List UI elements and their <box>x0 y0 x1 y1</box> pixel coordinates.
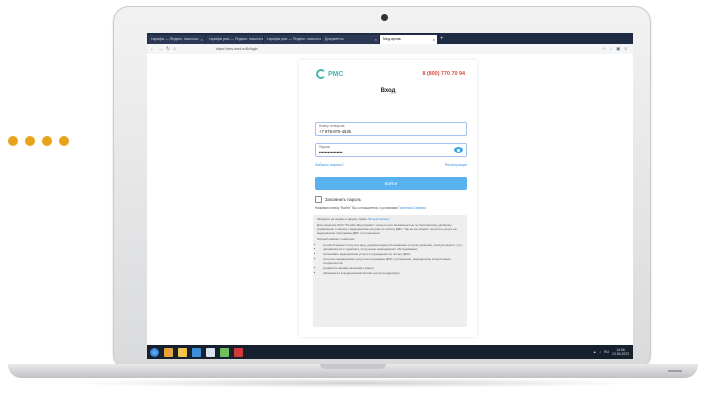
clock[interactable]: 14:56 13.06.2023 <box>612 348 629 356</box>
close-icon[interactable]: × <box>433 35 435 44</box>
info-heading: Заходите на сервис в форму прямо Личный … <box>317 217 391 221</box>
clock-date: 13.06.2023 <box>612 352 629 356</box>
remember-checkbox[interactable] <box>315 196 322 203</box>
browser-tab-active[interactable]: Мед.архив × <box>380 35 437 44</box>
forgot-password-link[interactable]: Забыли пароль? <box>315 163 344 167</box>
download-icon[interactable]: ↓ <box>610 46 612 52</box>
tab-label: тарифы — Яндекс: нашлось <box>151 37 199 41</box>
hotline-phone[interactable]: 8 (800) 770 70 94 <box>422 71 465 77</box>
browser-tab[interactable]: тарифы рмс — Яндекс: нашлось× <box>206 35 263 44</box>
media-icon[interactable] <box>234 347 243 357</box>
browser-tab[interactable]: тарифы — Яндекс: нашлось × <box>148 35 205 44</box>
login-card: РМС 8 (800) 770 70 94 Вход Номер телефон… <box>299 60 477 337</box>
phone-field-label: Номер телефона <box>319 124 345 128</box>
laptop-led <box>668 370 682 372</box>
browser-tab[interactable]: тарифы рмс — Яндекс: нашлось× <box>264 35 321 44</box>
back-icon[interactable]: ← <box>150 46 155 52</box>
document-icon[interactable] <box>206 347 215 357</box>
web-page: РМС 8 (800) 770 70 94 Вход Номер телефон… <box>147 54 633 359</box>
dot <box>8 136 18 146</box>
close-icon[interactable]: × <box>201 35 203 44</box>
new-tab-button[interactable]: + <box>440 35 444 44</box>
page-title: Вход <box>380 88 396 94</box>
url-field[interactable]: https://rms-med.ru/lk/login <box>216 47 257 51</box>
info-list-title: Личный кабинет позволяет: <box>317 236 356 241</box>
password-field[interactable]: Пароль •••••••••••••••• <box>315 143 467 157</box>
webcam-icon <box>381 14 388 21</box>
remember-label: Запомнить пароль <box>325 197 362 202</box>
menu-icon[interactable]: ≡ <box>624 46 627 52</box>
tab-label: Документы <box>325 37 344 41</box>
consent-text-body: Нажимая кнопку "Войти" Вы соглашаетесь с… <box>315 206 398 210</box>
dot <box>25 136 35 146</box>
eye-icon[interactable] <box>454 147 463 153</box>
os-taskbar: ▲ ♪ RU 14:56 13.06.2023 <box>147 345 633 359</box>
decorative-dots <box>8 136 69 146</box>
info-box: Заходите на сервис в форму прямо Личный … <box>313 215 467 327</box>
start-button[interactable] <box>150 347 159 357</box>
laptop-screen: тарифы — Яндекс: нашлось × тарифы рмс — Я… <box>147 33 633 359</box>
browser-tab[interactable]: Документы × <box>322 35 379 44</box>
tab-label: Мед.архив <box>383 37 401 41</box>
tab-label: тарифы рмс — Яндекс: нашлось <box>209 37 263 41</box>
info-list: в любой момент получить мед. документаци… <box>317 243 463 276</box>
chat-app-icon[interactable] <box>220 347 229 357</box>
browser-icon[interactable] <box>192 347 201 357</box>
browser-tab-bar: тарифы — Яндекс: нашлось × тарифы рмс — Я… <box>147 33 633 44</box>
volume-icon[interactable]: ♪ <box>599 350 601 354</box>
forward-icon[interactable]: → <box>158 46 163 52</box>
folder-icon[interactable] <box>178 347 187 357</box>
laptop-notch <box>320 364 386 369</box>
phone-field-value: +7 978-875-4535 <box>319 129 352 134</box>
firefox-icon[interactable] <box>164 347 173 357</box>
laptop-shadow <box>60 378 650 388</box>
list-item: обращаться в медицинский контакт-центр (… <box>323 271 463 276</box>
policy-link[interactable]: Политики Сервиса <box>398 206 426 210</box>
remember-password[interactable]: Запомнить пароль <box>315 196 361 203</box>
toolbar-icons: ☆ ↓ ▣ ≡ <box>602 46 627 52</box>
logo-text: РМС <box>328 70 344 78</box>
tab-label: тарифы рмс — Яндекс: нашлось <box>267 37 321 41</box>
dot <box>42 136 52 146</box>
info-body: Для клиентов ООО "Ритейл Мед Сервис" лич… <box>317 222 457 235</box>
register-link[interactable]: Регистрация <box>445 163 467 167</box>
home-icon[interactable]: ⌂ <box>173 46 176 52</box>
language-indicator[interactable]: RU <box>604 350 609 354</box>
extensions-icon[interactable]: ▣ <box>616 46 620 52</box>
brand-logo[interactable]: РМС <box>316 69 343 79</box>
star-icon[interactable]: ☆ <box>602 46 606 52</box>
login-button[interactable]: Войти <box>315 177 467 190</box>
phone-field[interactable]: Номер телефона +7 978-875-4535 <box>315 122 467 136</box>
dot <box>59 136 69 146</box>
password-field-label: Пароль <box>319 145 331 149</box>
cabinet-link[interactable]: Личный кабинет <box>368 217 391 221</box>
list-item: получать медицинские услуги на программы… <box>323 257 463 266</box>
consent-text: Нажимая кнопку "Войти" Вы соглашаетесь с… <box>315 206 475 210</box>
close-icon[interactable]: × <box>375 35 377 44</box>
password-field-value: •••••••••••••••• <box>319 150 343 155</box>
logo-icon <box>316 69 326 79</box>
system-tray: ▲ ♪ RU 14:56 13.06.2023 <box>593 348 629 356</box>
network-icon[interactable]: ▲ <box>593 350 596 354</box>
reload-icon[interactable]: ↻ <box>166 46 170 52</box>
